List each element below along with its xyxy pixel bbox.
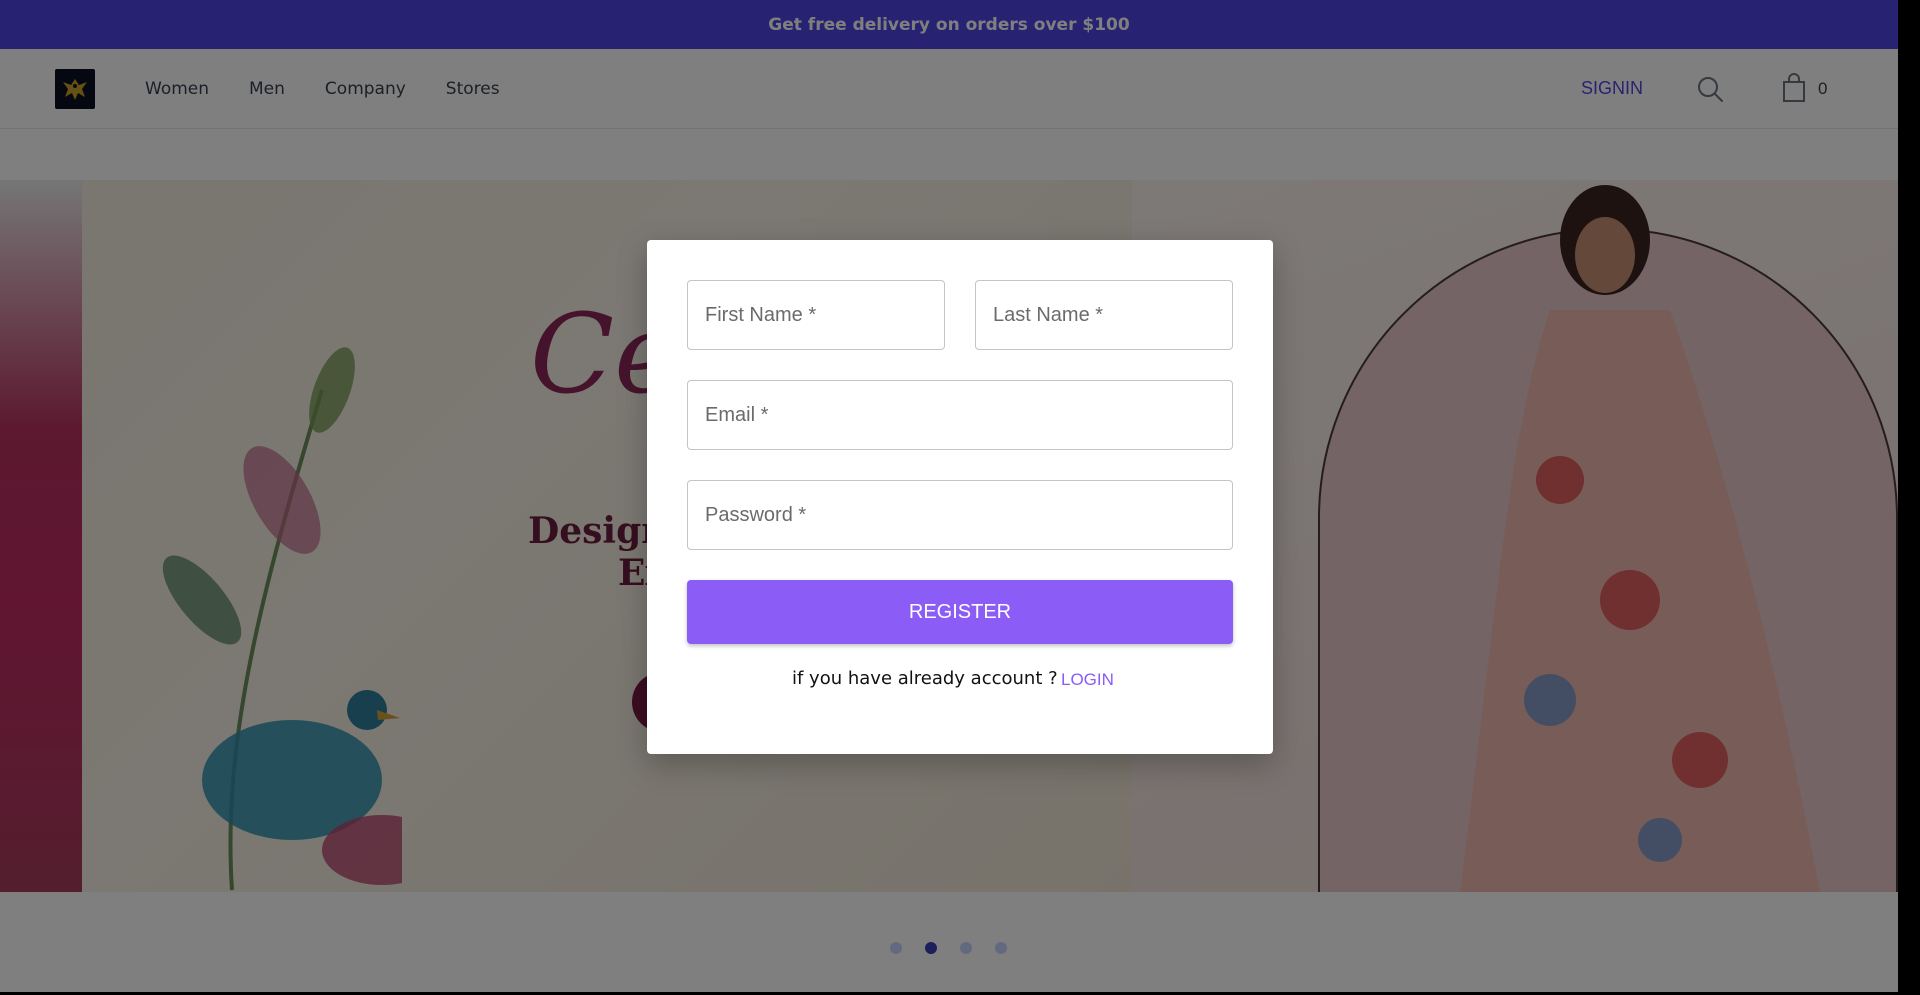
password-placeholder: Password * — [705, 503, 807, 526]
first-name-placeholder: First Name * — [705, 303, 817, 326]
register-modal: First Name * Last Name * Email * Passwor… — [647, 240, 1273, 754]
login-link[interactable]: LOGIN — [1061, 670, 1114, 690]
already-account-text: if you have already account ? — [792, 668, 1058, 689]
last-name-field[interactable]: Last Name * — [975, 280, 1233, 350]
email-field[interactable]: Email * — [687, 380, 1233, 450]
password-field[interactable]: Password * — [687, 480, 1233, 550]
page: Get free delivery on orders over $100 Wo… — [0, 0, 1898, 992]
email-placeholder: Email * — [705, 403, 769, 426]
last-name-placeholder: Last Name * — [993, 303, 1104, 326]
register-button[interactable]: REGISTER — [687, 580, 1233, 644]
first-name-field[interactable]: First Name * — [687, 280, 945, 350]
